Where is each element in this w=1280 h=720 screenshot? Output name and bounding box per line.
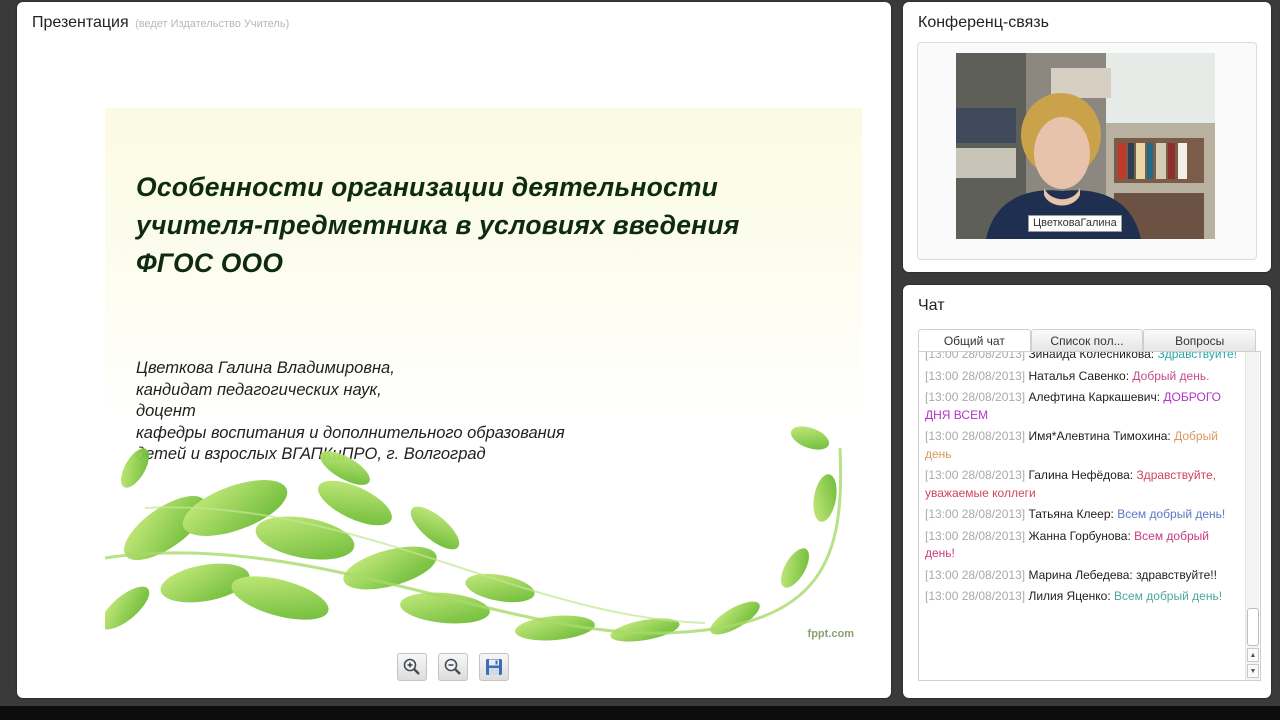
tab-general-chat[interactable]: Общий чат: [918, 329, 1031, 353]
chat-message-author: Марина Лебедева:: [1028, 567, 1133, 582]
slide-author-line: Цветкова Галина Владимировна,: [136, 359, 395, 377]
tab-participants-list[interactable]: Список пол...: [1030, 329, 1144, 351]
presentation-slide: Особенности организации деятельности учи…: [105, 108, 862, 643]
presentation-panel: Презентация (ведет Издательство Учитель)…: [17, 2, 891, 698]
tab-questions[interactable]: Вопросы: [1143, 329, 1257, 351]
chat-message-time: [13:00 28/08/2013]: [925, 390, 1026, 404]
video-feed-image: [956, 53, 1215, 239]
chat-message-author: Наталья Савенко:: [1028, 368, 1130, 383]
chat-message-text: Добрый день.: [1132, 368, 1210, 383]
floppy-disk-icon: [486, 659, 502, 675]
chat-panel: Чат Общий чат Список пол... Вопросы [13:…: [903, 285, 1271, 698]
chat-message-text: здравствуйте!!: [1136, 567, 1217, 582]
chat-tabs: Общий чат Список пол... Вопросы: [918, 329, 1257, 353]
chat-message-time: [13:00 28/08/2013]: [925, 528, 1026, 543]
chat-message: [13:00 28/08/2013] Татьяна Клеер: Всем д…: [919, 506, 1260, 524]
chat-message: [13:00 28/08/2013] Жанна Горбунова: Всем…: [919, 528, 1260, 563]
participant-video[interactable]: ЦветковаГалина: [956, 53, 1215, 239]
slide-title-line: ФГОС ООО: [136, 248, 284, 278]
chat-panel-title: Чат: [918, 297, 945, 314]
video-frame: ЦветковаГалина: [917, 42, 1257, 260]
chat-scrollbar[interactable]: ▲ ▼: [1245, 352, 1259, 680]
chat-message-time: [13:00 28/08/2013]: [925, 468, 1026, 482]
bottom-bar: [0, 706, 1280, 720]
chat-message-time: [13:00 28/08/2013]: [925, 368, 1026, 383]
slide-title-line: учителя-предметника в условиях введения: [136, 210, 740, 240]
chat-message-text: Всем добрый день!: [1117, 507, 1226, 521]
chat-message-time: [13:00 28/08/2013]: [925, 351, 1026, 361]
chat-message: [13:00 28/08/2013] Наталья Савенко: Добр…: [919, 368, 1260, 386]
chat-message: [13:00 28/08/2013] Марина Лебедева: здра…: [919, 567, 1260, 585]
scroll-down-icon[interactable]: ▼: [1247, 664, 1259, 678]
conference-panel: Конференц-связь ЦветковаГалина: [903, 2, 1271, 272]
zoom-in-icon: [403, 658, 420, 675]
presentation-panel-title: Презентация (ведет Издательство Учитель): [32, 14, 289, 32]
chat-message: [13:00 28/08/2013] Зинаида Колесникова: …: [919, 351, 1260, 364]
participant-name-label: ЦветковаГалина: [1028, 215, 1122, 232]
conference-panel-title: Конференц-связь: [918, 14, 1049, 31]
save-button[interactable]: [479, 653, 509, 681]
chat-message-text: Здравствуйте!: [1157, 351, 1237, 361]
chat-message-author: Татьяна Клеер:: [1028, 507, 1114, 521]
chat-message-time: [13:00 28/08/2013]: [925, 429, 1026, 443]
chat-message-author: Алефтина Каркашевич:: [1028, 390, 1161, 404]
chat-message-author: Жанна Горбунова:: [1028, 528, 1131, 543]
scroll-up-icon[interactable]: ▲: [1247, 648, 1259, 662]
chat-scroll-thumb[interactable]: [1247, 608, 1259, 646]
chat-log[interactable]: [13:00 28/08/2013] Зинаида Колесникова: …: [918, 351, 1261, 681]
chat-message-text: Всем добрый день!: [1114, 589, 1223, 603]
slide-watermark: fppt.com: [807, 628, 854, 640]
chat-message: [13:00 28/08/2013] Лилия Яценко: Всем до…: [919, 588, 1260, 606]
green-leaves-decoration: [105, 426, 843, 642]
chat-message-time: [13:00 28/08/2013]: [925, 507, 1026, 521]
presentation-title: Презентация: [32, 14, 129, 31]
chat-message-author: Имя*Алевтина Тимохина:: [1028, 429, 1171, 443]
zoom-out-button[interactable]: [438, 653, 468, 681]
chat-message-list: [13:00 28/08/2013] Зинаида Колесникова: …: [919, 351, 1260, 606]
presentation-host: (ведет Издательство Учитель): [135, 18, 290, 30]
slide-title: Особенности организации деятельности учи…: [136, 168, 836, 282]
chat-message-author: Галина Нефёдова:: [1028, 468, 1134, 482]
slide-author-line: кандидат педагогических наук,: [136, 380, 382, 399]
chat-message-time: [13:00 28/08/2013]: [925, 589, 1026, 603]
chat-message-author: Зинаида Колесникова:: [1028, 351, 1155, 361]
chat-message-author: Лилия Яценко:: [1028, 589, 1111, 603]
chat-message-time: [13:00 28/08/2013]: [925, 567, 1026, 582]
chat-message: [13:00 28/08/2013] Галина Нефёдова: Здра…: [919, 467, 1260, 502]
chat-message: [13:00 28/08/2013] Алефтина Каркашевич: …: [919, 389, 1260, 424]
presentation-toolbar: [397, 653, 509, 681]
slide-title-line: Особенности организации деятельности: [136, 172, 719, 202]
zoom-in-button[interactable]: [397, 653, 427, 681]
zoom-out-icon: [444, 658, 461, 675]
chat-message: [13:00 28/08/2013] Имя*Алевтина Тимохина…: [919, 428, 1260, 463]
